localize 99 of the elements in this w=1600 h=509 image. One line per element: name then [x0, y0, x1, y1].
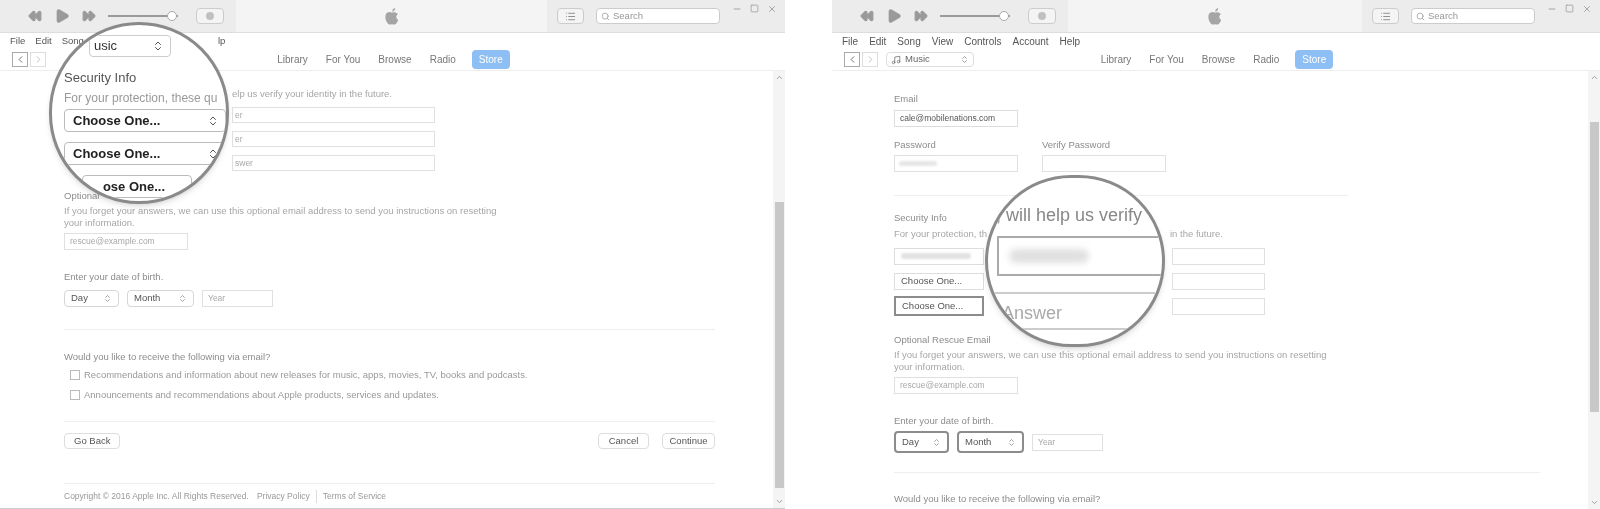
- updown-chevron-icon: [178, 293, 187, 303]
- play-button[interactable]: [886, 8, 902, 24]
- music-note-icon: [891, 54, 901, 65]
- security-description: elp us verify your identity in the future.: [232, 88, 392, 100]
- menu-item[interactable]: Song: [897, 33, 921, 49]
- nav-tab[interactable]: For You: [323, 50, 363, 69]
- fast-forward-button[interactable]: [82, 9, 96, 23]
- nav-tab[interactable]: Browse: [1199, 50, 1238, 69]
- cancel-button[interactable]: Cancel: [598, 433, 649, 449]
- updown-chevron-icon: [1007, 437, 1016, 447]
- continue-button[interactable]: Continue: [662, 433, 715, 449]
- select-dropdown[interactable]: Month: [127, 289, 194, 307]
- menu-item[interactable]: File: [10, 33, 26, 49]
- checkbox[interactable]: [70, 369, 80, 380]
- birth-date-label: Enter your date of birth.: [894, 415, 994, 426]
- updown-chevron-icon: [152, 40, 164, 52]
- menu-item[interactable]: Edit: [35, 33, 52, 49]
- copyright-text: Copyright © 2016 Apple Inc. All Rights Reserved.: [64, 490, 249, 503]
- updown-chevron-icon: [960, 55, 969, 64]
- scrollbar[interactable]: [1588, 71, 1600, 509]
- maximize-button[interactable]: [1565, 4, 1574, 13]
- library-select[interactable]: usic: [89, 35, 171, 57]
- verify-password-field[interactable]: [1042, 155, 1166, 172]
- rescue-email-title: Optional Rescue Email: [894, 334, 991, 345]
- question-select[interactable]: Choose One...: [894, 296, 984, 316]
- list-icon: [565, 10, 576, 22]
- forward-button[interactable]: [30, 52, 46, 67]
- updown-chevron-icon: [103, 293, 112, 303]
- nav-tab[interactable]: For You: [1147, 50, 1186, 69]
- checkbox-label: Recommendations and information about new releases for music, apps, movies, TV, books and podcasts.: [84, 369, 528, 380]
- checkbox-label: Announcements and recommendations about Apple products, services and updates.: [84, 389, 439, 400]
- scrollbar[interactable]: [773, 71, 785, 508]
- select-dropdown[interactable]: Day: [894, 431, 949, 453]
- airplay-button[interactable]: [196, 8, 224, 24]
- airplay-button[interactable]: [1028, 8, 1056, 24]
- nav-tab[interactable]: Library: [1098, 50, 1134, 69]
- go-back-button[interactable]: Go Back: [64, 433, 121, 449]
- menu-item[interactable]: lp: [217, 33, 226, 49]
- select-dropdown[interactable]: Month: [957, 431, 1024, 453]
- scroll-down-icon[interactable]: [774, 497, 784, 506]
- scroll-up-icon[interactable]: [1589, 73, 1599, 82]
- password-label: Password: [894, 139, 937, 150]
- back-button[interactable]: [12, 52, 28, 67]
- nav-tab[interactable]: Browse: [376, 50, 414, 69]
- select-dropdown[interactable]: Day: [64, 289, 119, 307]
- updown-chevron-icon: [207, 114, 219, 127]
- security-description: For your protection, these qu: [64, 90, 218, 107]
- password-field[interactable]: [894, 155, 1018, 172]
- email-label: Email: [894, 93, 918, 104]
- birth-date-label: Enter your date of birth.: [64, 271, 164, 282]
- security-description: For your protection, th: [894, 228, 988, 240]
- menu-item[interactable]: Edit: [869, 33, 887, 49]
- updown-chevron-icon: [207, 147, 219, 160]
- updown-chevron-icon: [932, 437, 941, 447]
- forward-button[interactable]: [862, 52, 878, 67]
- email-preferences-question: Would you like to receive the following via email?: [894, 493, 1101, 504]
- menu-item[interactable]: Account: [1012, 33, 1049, 49]
- rewind-button[interactable]: [28, 9, 42, 23]
- rewind-button[interactable]: [860, 9, 874, 23]
- volume-slider[interactable]: [940, 11, 1010, 21]
- answer-field[interactable]: [997, 236, 1162, 276]
- scroll-down-icon[interactable]: [1589, 498, 1599, 507]
- play-button[interactable]: [54, 8, 70, 24]
- maximize-button[interactable]: [750, 4, 759, 13]
- checkbox[interactable]: [70, 389, 80, 400]
- library-select-label: Music: [905, 52, 930, 67]
- menu-item[interactable]: Controls: [964, 33, 1002, 49]
- volume-slider[interactable]: [108, 11, 178, 21]
- fast-forward-button[interactable]: [914, 9, 928, 23]
- menu-item[interactable]: Help: [1059, 33, 1081, 49]
- question-select[interactable]: [894, 247, 984, 265]
- list-view-button[interactable]: [557, 8, 584, 24]
- library-select[interactable]: Music: [886, 52, 974, 67]
- close-button[interactable]: [1582, 4, 1592, 14]
- menu-item[interactable]: File: [842, 33, 859, 49]
- verify-password-label: Verify Password: [1042, 139, 1112, 150]
- nav-tab[interactable]: Radio: [427, 50, 458, 69]
- security-description: in the future.: [1170, 228, 1223, 240]
- question-select[interactable]: Choose One...: [894, 272, 984, 290]
- select-dropdown[interactable]: Choose One...: [64, 109, 226, 132]
- rescue-email-description: If you forget your answers, we can use this optional email address to send you instructions on resetting your information.: [894, 349, 1328, 373]
- close-button[interactable]: [767, 4, 777, 14]
- list-icon: [1380, 10, 1391, 22]
- security-title: Security Info: [64, 69, 137, 87]
- scroll-up-icon[interactable]: [774, 73, 784, 82]
- list-view-button[interactable]: [1372, 8, 1399, 24]
- apple-logo-icon: [1206, 5, 1224, 27]
- apple-logo-icon: [382, 5, 401, 27]
- menu-item[interactable]: View: [931, 33, 954, 49]
- email-field[interactable]: cale@mobilenations.com: [894, 110, 1018, 127]
- nav-tab[interactable]: Radio: [1251, 50, 1282, 69]
- back-button[interactable]: [844, 52, 860, 67]
- email-preferences-question: Would you like to receive the following via email?: [64, 351, 271, 362]
- search-icon: [601, 11, 610, 21]
- nav-tab[interactable]: Library: [275, 50, 310, 69]
- security-title: Security Info: [894, 212, 947, 223]
- magnified-description: , will help us verify: [996, 204, 1143, 227]
- search-icon: [1416, 11, 1425, 21]
- rescue-email-description: If you forget your answers, we can use this optional email address to send you instructions on resetting your information.: [64, 205, 498, 229]
